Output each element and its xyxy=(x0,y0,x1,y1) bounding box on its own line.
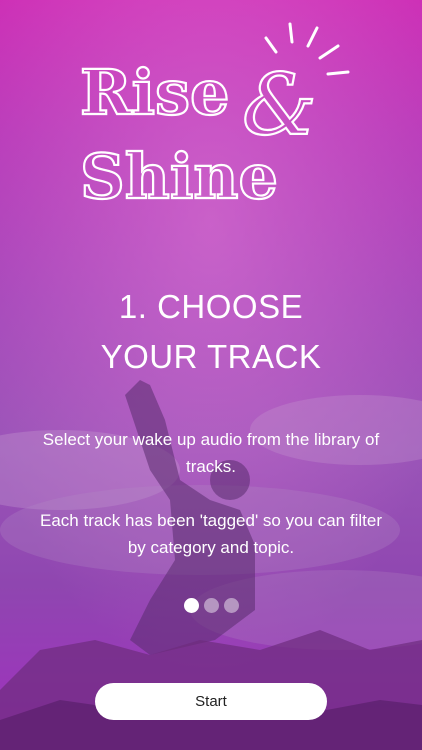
slide-description: Select your wake up audio from the libra… xyxy=(30,426,392,561)
logo-rise-text: Rise xyxy=(80,56,229,129)
page-dot[interactable] xyxy=(203,598,219,613)
start-button[interactable]: Start xyxy=(95,683,327,720)
page-dot[interactable] xyxy=(223,598,239,613)
slide-paragraph-1: Select your wake up audio from the libra… xyxy=(42,430,380,476)
slide-title: 1. CHOOSE YOUR TRACK xyxy=(0,282,422,382)
logo-shine-text: Shine xyxy=(80,140,278,213)
rise-and-shine-logo: Rise & Shine xyxy=(79,22,350,214)
page-indicator xyxy=(0,598,422,613)
slide-title-line-1: 1. CHOOSE xyxy=(118,288,304,325)
onboarding-screen: Rise & Shine 1. CHOOSE YOUR TRACK Select… xyxy=(0,0,422,750)
slide-title-line-2: YOUR TRACK xyxy=(100,338,322,375)
page-dot[interactable] xyxy=(183,598,199,613)
slide-paragraph-2: Each track has been 'tagged' so you can … xyxy=(40,511,382,557)
